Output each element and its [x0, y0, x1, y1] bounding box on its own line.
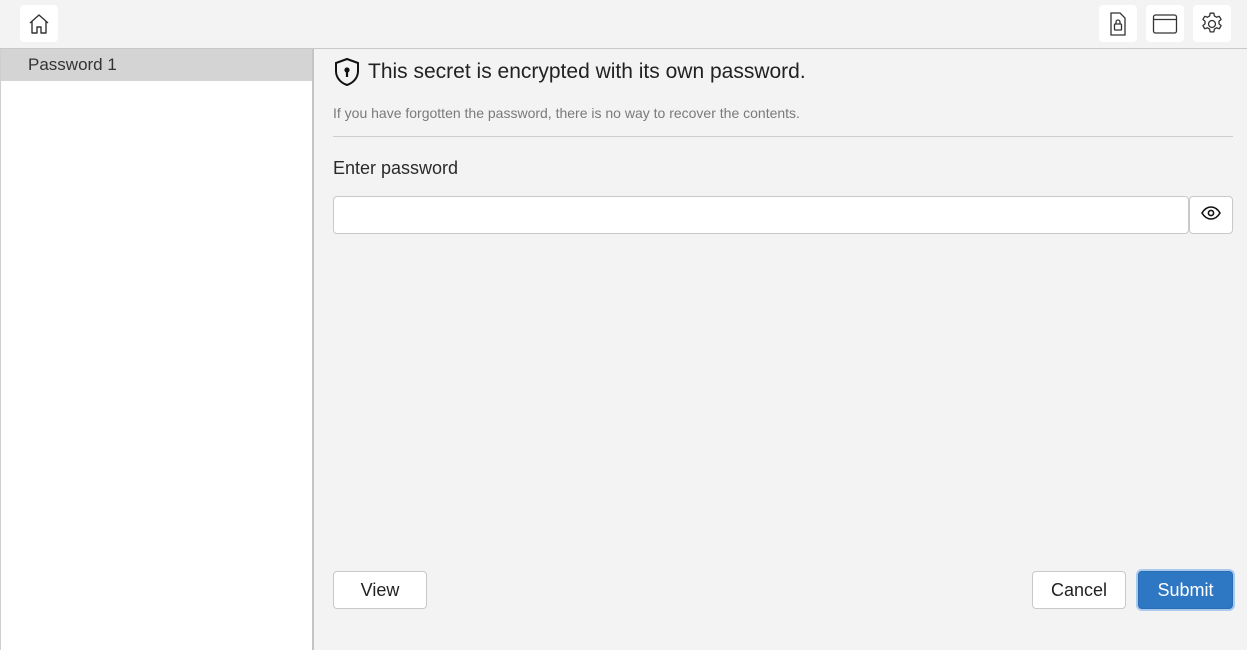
submit-button[interactable]: Submit	[1138, 571, 1233, 609]
top-toolbar	[0, 0, 1247, 49]
home-button[interactable]	[20, 5, 58, 42]
lock-file-icon	[1107, 11, 1129, 37]
settings-button[interactable]	[1193, 5, 1231, 42]
sidebar: Password 1	[0, 49, 314, 650]
cancel-button[interactable]: Cancel	[1032, 571, 1126, 609]
lock-file-button[interactable]	[1099, 5, 1137, 42]
view-button[interactable]: View	[333, 571, 427, 609]
reveal-password-button[interactable]	[1189, 196, 1233, 234]
sidebar-item-password-1[interactable]: Password 1	[1, 49, 312, 81]
page-heading: This secret is encrypted with its own pa…	[333, 56, 806, 88]
sidebar-item-label: Password 1	[28, 55, 117, 74]
window-icon	[1152, 13, 1178, 35]
warning-subtext: If you have forgotten the password, ther…	[333, 105, 800, 121]
main-panel: This secret is encrypted with its own pa…	[333, 49, 1233, 650]
window-button[interactable]	[1146, 5, 1184, 42]
page-title: This secret is encrypted with its own pa…	[368, 60, 806, 83]
shield-keyhole-icon	[333, 57, 361, 87]
password-input[interactable]	[333, 196, 1189, 234]
gear-icon	[1199, 11, 1225, 37]
password-label: Enter password	[333, 158, 459, 178]
eye-icon	[1201, 205, 1221, 225]
home-icon	[27, 12, 51, 36]
divider	[333, 136, 1233, 137]
